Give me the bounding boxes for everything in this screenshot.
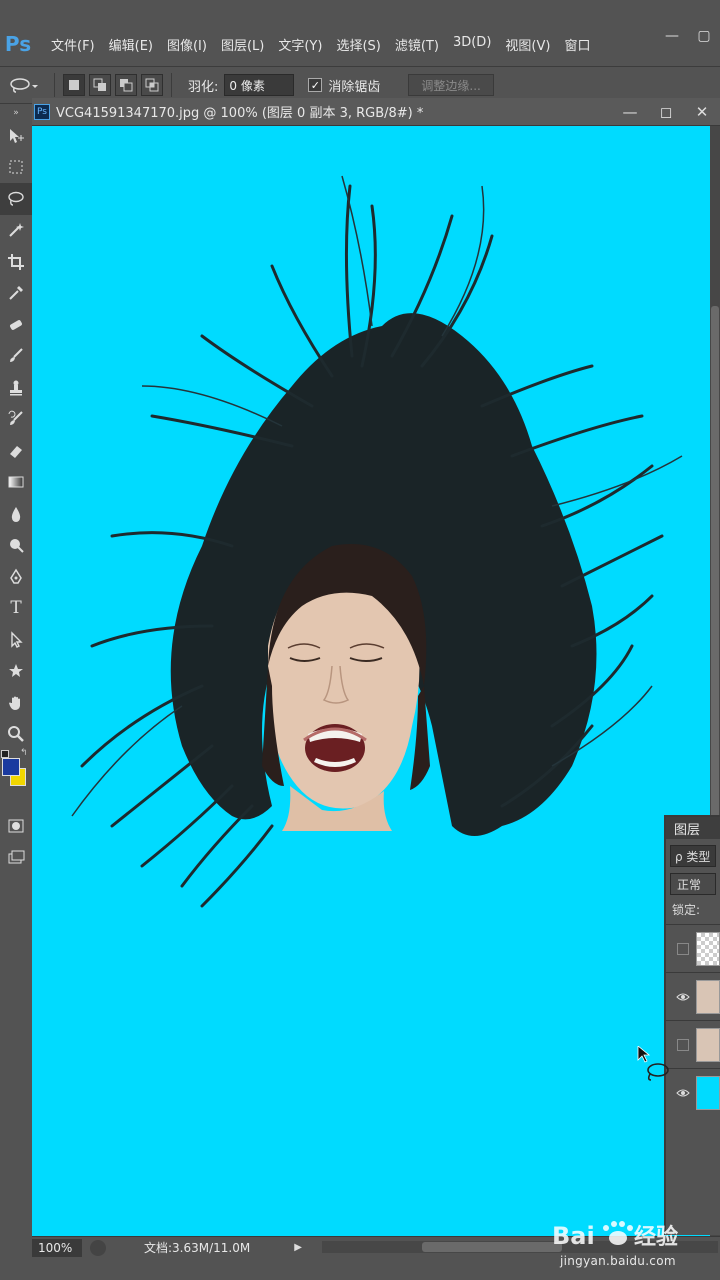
document-tab[interactable]: Ps VCG41591347170.jpg @ 100% (图层 0 副本 3,… (32, 98, 720, 126)
ps-document-icon: Ps (34, 103, 50, 120)
status-menu-arrow-icon[interactable]: ▶ (294, 1242, 302, 1253)
refine-edge-button[interactable]: 调整边缘... (408, 74, 494, 96)
lasso-cursor-icon (636, 1045, 676, 1094)
zoom-field[interactable]: 100% (32, 1238, 82, 1257)
vertical-scroll-thumb[interactable] (711, 306, 719, 826)
doc-minimize-icon[interactable]: — (612, 98, 648, 126)
magic-wand-icon[interactable] (0, 215, 32, 247)
intersect-selection-icon[interactable] (141, 74, 163, 96)
menu-view[interactable]: 视图(V) (498, 35, 557, 54)
feather-label: 羽化: (188, 79, 219, 95)
custom-shape-icon[interactable] (0, 656, 32, 688)
document-canvas[interactable] (32, 126, 710, 1238)
menu-layer[interactable]: 图层(L) (214, 35, 271, 54)
marquee-tool-icon[interactable] (0, 152, 32, 184)
healing-brush-icon[interactable] (0, 309, 32, 341)
feather-input[interactable]: 0 像素 (224, 74, 295, 96)
dodge-tool-icon[interactable] (0, 530, 32, 562)
layer-thumbnail (696, 979, 720, 1014)
eyedropper-icon[interactable] (0, 278, 32, 310)
maximize-icon[interactable]: ▢ (688, 22, 720, 50)
portrait-image (71, 175, 683, 908)
horizontal-scroll-thumb[interactable] (422, 1242, 562, 1252)
menu-window[interactable]: 窗口 (557, 35, 597, 54)
eraser-tool-icon[interactable] (0, 435, 32, 467)
menu: 文件(F) 编辑(E) 图像(I) 图层(L) 文字(Y) 选择(S) 滤镜(T… (44, 35, 597, 54)
screen-mode-icon[interactable] (0, 842, 32, 874)
history-brush-icon[interactable] (0, 404, 32, 436)
layers-filter-input[interactable]: ρ 类型 (670, 845, 716, 867)
menu-select[interactable]: 选择(S) (329, 35, 387, 54)
hand-tool-icon[interactable] (0, 687, 32, 719)
foreground-color-swatch[interactable] (2, 758, 20, 776)
layer-row[interactable] (666, 972, 720, 1020)
lock-label: 锁定: (672, 903, 701, 917)
minimize-icon[interactable]: — (656, 22, 688, 50)
blend-mode-select[interactable]: 正常 (670, 873, 716, 895)
svg-text:Bai: Bai (552, 1222, 595, 1250)
toolbox-collapse-icon[interactable]: » (0, 106, 32, 120)
layer-thumbnail (696, 1075, 720, 1110)
type-tool-icon[interactable]: T (0, 593, 32, 625)
menu-file[interactable]: 文件(F) (44, 35, 102, 54)
gradient-tool-icon[interactable] (0, 467, 32, 499)
layer-thumbnail (696, 1027, 720, 1062)
document-controls: — ◻ ✕ (612, 98, 720, 126)
layer-row[interactable] (666, 924, 720, 972)
new-selection-icon[interactable] (63, 74, 85, 96)
brush-tool-icon[interactable] (0, 341, 32, 373)
svg-text:经验: 经验 (634, 1224, 678, 1250)
hidden-layer-box (677, 942, 689, 955)
color-swatches[interactable]: ↰ (0, 748, 32, 810)
menu-filter[interactable]: 滤镜(T) (388, 35, 446, 54)
layers-tab[interactable]: 图层 (666, 817, 720, 839)
default-colors-icon[interactable] (1, 750, 9, 758)
menu-type[interactable]: 文字(Y) (271, 35, 329, 54)
clone-stamp-icon[interactable] (0, 372, 32, 404)
layers-panel: 图层 ρ 类型 正常 锁定: (664, 815, 720, 1235)
watermark-url: jingyan.baidu.com (560, 1254, 676, 1268)
antialias-checkbox[interactable]: ✓ (308, 78, 323, 92)
lasso-tool-icon[interactable] (0, 183, 32, 215)
document-title: VCG41591347170.jpg @ 100% (图层 0 副本 3, RG… (56, 106, 424, 121)
eye-icon[interactable] (674, 1084, 692, 1102)
zoom-tool-icon[interactable] (0, 719, 32, 751)
pen-tool-icon[interactable] (0, 561, 32, 593)
crop-tool-icon[interactable] (0, 246, 32, 278)
path-selection-icon[interactable] (0, 624, 32, 656)
blur-tool-icon[interactable] (0, 498, 32, 530)
menu-edit[interactable]: 编辑(E) (102, 35, 160, 54)
menu-bar: Ps 文件(F) 编辑(E) 图像(I) 图层(L) 文字(Y) 选择(S) 滤… (0, 22, 720, 66)
eye-icon[interactable] (674, 988, 692, 1006)
swap-colors-icon[interactable]: ↰ (20, 748, 28, 758)
hidden-layer-box (677, 1038, 689, 1051)
subtract-selection-icon[interactable] (115, 74, 137, 96)
quick-mask-icon[interactable] (0, 810, 32, 842)
add-selection-icon[interactable] (89, 74, 111, 96)
menu-image[interactable]: 图像(I) (160, 35, 214, 54)
doc-restore-icon[interactable]: ◻ (648, 98, 684, 126)
doc-close-icon[interactable]: ✕ (684, 98, 720, 126)
menu-3d[interactable]: 3D(D) (446, 35, 498, 54)
antialias-label: 消除锯齿 (328, 79, 381, 95)
status-options-icon[interactable] (90, 1239, 106, 1256)
document-info: 文档:3.63M/11.0M (144, 1241, 251, 1255)
photoshop-window: Ps 文件(F) 编辑(E) 图像(I) 图层(L) 文字(Y) 选择(S) 滤… (0, 0, 720, 1280)
visibility-toggle[interactable] (674, 940, 692, 958)
lasso-tool-preset-icon[interactable] (0, 70, 48, 100)
photoshop-logo: Ps (4, 32, 32, 56)
move-tool-icon[interactable] (0, 120, 32, 152)
divider (171, 73, 172, 97)
layer-thumbnail (696, 931, 720, 966)
visibility-toggle[interactable] (674, 1036, 692, 1054)
toolbox: » T ↰ (0, 106, 32, 1236)
divider (54, 73, 55, 97)
window-controls: — ▢ (656, 22, 720, 50)
